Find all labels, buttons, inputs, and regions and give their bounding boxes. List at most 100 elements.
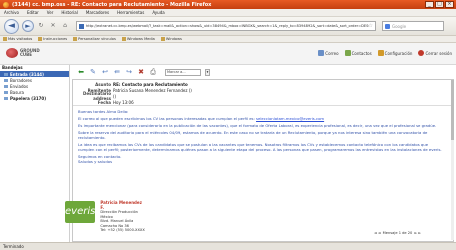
search-input[interactable]: Google <box>382 21 444 31</box>
maximize-button[interactable]: □ <box>435 1 444 8</box>
signature-address: Blvd. Manuel Ávila Camacho No 36 <box>100 219 134 228</box>
firefox-icon <box>3 1 9 8</box>
forward-icon[interactable]: ↪ <box>125 68 133 76</box>
compose-icon[interactable]: ✎ <box>89 68 97 76</box>
minimize-button[interactable]: _ <box>425 1 434 8</box>
bookmark-item[interactable]: Personalizar vínculos <box>73 37 116 41</box>
prev-message-icon[interactable]: ◄ ◄ <box>374 231 381 235</box>
greeting: Buenas tardes Alma Delia: <box>78 109 129 114</box>
junk-icon <box>4 90 8 94</box>
paragraph-text: El correo al que pueden escribirnos los … <box>78 116 255 121</box>
message-headers: Asunto RE: Contacto para Reclutamiento Re… <box>73 80 453 106</box>
site-favicon-icon <box>79 23 84 29</box>
url-bar[interactable]: http://extranet.cc.bmp.es/webmail/?_task… <box>76 21 376 31</box>
bookmark-icon <box>3 37 7 41</box>
home-icon[interactable]: ⌂ <box>61 22 69 30</box>
mail-icon <box>318 50 325 56</box>
mark-as-select[interactable]: Marcar a... <box>165 68 201 76</box>
header-key: Fecha <box>97 99 111 105</box>
pager-text: Mensaje 1 de 20 <box>382 231 413 235</box>
stop-icon[interactable]: ✕ <box>49 22 57 30</box>
bookmark-icon <box>38 37 43 41</box>
back-arrow-icon[interactable]: ⬅ <box>77 68 85 76</box>
header-date: Fecha Hoy 13:06 <box>73 99 453 105</box>
window-titlebar: (3144) cc. bmp.oss - RE: Contacto para R… <box>0 0 456 9</box>
link-configuracion[interactable]: Configuración <box>377 50 412 56</box>
link-cerrar-sesion[interactable]: Cerrar sesión <box>418 50 452 56</box>
bookmark-item[interactable]: Más visitados <box>3 37 32 41</box>
folder-label: Papelera (3170) <box>10 95 47 101</box>
top-links: Correo Contactos Configuración Cerrar se… <box>318 50 452 56</box>
closing-line: Saludos y saludos <box>78 159 113 164</box>
bookmark-icon <box>73 37 78 41</box>
link-label: Contactos <box>351 50 372 56</box>
header-key: Asunto <box>95 81 111 87</box>
url-text[interactable]: http://extranet.cc.bmp.es/webmail/?_task… <box>86 24 369 28</box>
folder-label: Entrada (3144) <box>10 71 44 77</box>
body-paragraph: Es importante mencionar (para considerar… <box>78 123 437 128</box>
header-value: () <box>113 93 117 99</box>
forward-button[interactable]: ► <box>22 20 34 32</box>
logo-text: GROUND CUBE <box>20 49 40 57</box>
folder-label: Borradores <box>10 77 32 83</box>
google-icon <box>385 23 390 29</box>
header-value: RE: Contacto para Reclutamiento <box>113 81 188 87</box>
message-pager: ◄ ◄ Mensaje 1 de 20 ► ► <box>374 231 421 235</box>
body-paragraph: El correo al que pueden escribirnos los … <box>78 116 445 121</box>
sent-icon <box>4 84 8 88</box>
inbox-icon <box>4 72 8 76</box>
bookmark-item[interactable]: Instrucciones <box>38 37 67 41</box>
bookmark-icon <box>121 37 126 41</box>
header-value: Hoy 13:06 <box>113 99 134 105</box>
drafts-icon <box>4 78 8 82</box>
signature-name: Patricia Menendez F. <box>100 200 142 210</box>
folders-sidebar: Bandejas Entrada (3144) Borradores Envia… <box>0 65 70 242</box>
menu-ver[interactable]: Ver <box>47 10 54 15</box>
bookmark-item[interactable]: Windows Media <box>121 37 155 41</box>
chevron-down-icon[interactable]: ▾ <box>205 68 210 76</box>
logout-icon <box>418 50 425 56</box>
delete-icon[interactable]: ✖ <box>137 68 145 76</box>
bookmark-star-icon[interactable]: ☆ <box>369 23 375 29</box>
menu-historial[interactable]: Historial <box>61 10 78 15</box>
navigation-toolbar: ◄ ► ↻ ✕ ⌂ http://extranet.cc.bmp.es/webm… <box>0 17 456 36</box>
bookmark-label: Windows Media <box>126 37 155 41</box>
vertical-scrollbar[interactable] <box>451 80 454 240</box>
menu-marcadores[interactable]: Marcadores <box>86 10 109 15</box>
bookmark-label: Más visitados <box>8 37 33 41</box>
scrollbar-thumb[interactable] <box>451 80 454 140</box>
everis-logo: everis <box>65 201 96 223</box>
back-button[interactable]: ◄ <box>4 18 19 34</box>
reload-icon[interactable]: ↻ <box>37 22 45 30</box>
print-icon[interactable]: ⎙ <box>149 68 157 76</box>
email-link[interactable]: seleccionlatam.mexico@everis.com <box>256 116 324 121</box>
menu-ayuda[interactable]: Ayuda <box>152 10 164 15</box>
close-button[interactable]: × <box>445 1 454 8</box>
reply-icon[interactable]: ↩ <box>101 68 109 76</box>
message-toolbar: ⬅ ✎ ↩ ⇚ ↪ ✖ ⎙ Marcar a... ▾ <box>72 66 456 78</box>
link-label: Correo <box>325 50 339 56</box>
folder-trash[interactable]: Papelera (3170) <box>0 95 69 101</box>
bookmark-item[interactable]: Windows <box>160 37 182 41</box>
body-paragraph: Sobre la reserva del auditorio para el m… <box>78 130 428 140</box>
reply-all-icon[interactable]: ⇚ <box>113 68 121 76</box>
bookmark-label: Personalizar vínculos <box>78 37 116 41</box>
folder-label: Basura <box>10 89 24 95</box>
link-contactos[interactable]: Contactos <box>344 50 372 56</box>
link-correo[interactable]: Correo <box>318 50 339 56</box>
next-message-icon[interactable]: ► ► <box>414 231 421 235</box>
signature-tel: Tel: +52 (55) 5000-XXXX <box>100 228 145 232</box>
signature-role: Dirección Producción México <box>100 210 138 219</box>
menu-bar: Archivo Editar Ver Historial Marcadores … <box>0 9 456 17</box>
body-paragraph: La idea es que recibamos los CVs de los … <box>78 142 442 152</box>
link-label: Cerrar sesión <box>425 50 452 56</box>
bookmark-icon <box>160 37 165 41</box>
bookmarks-bar: Más visitados Instrucciones Personalizar… <box>0 36 456 43</box>
header-value[interactable]: Patricia Susana Menendez Fernandez () <box>113 88 192 93</box>
logo-line2: CUBE <box>20 52 32 57</box>
closing: Seguimos en contacto. Saludos y saludos <box>78 154 445 164</box>
logo-mark-icon <box>6 48 18 58</box>
menu-archivo[interactable]: Archivo <box>4 10 19 15</box>
menu-editar[interactable]: Editar <box>27 10 39 15</box>
menu-herramientas[interactable]: Herramientas <box>117 10 144 15</box>
